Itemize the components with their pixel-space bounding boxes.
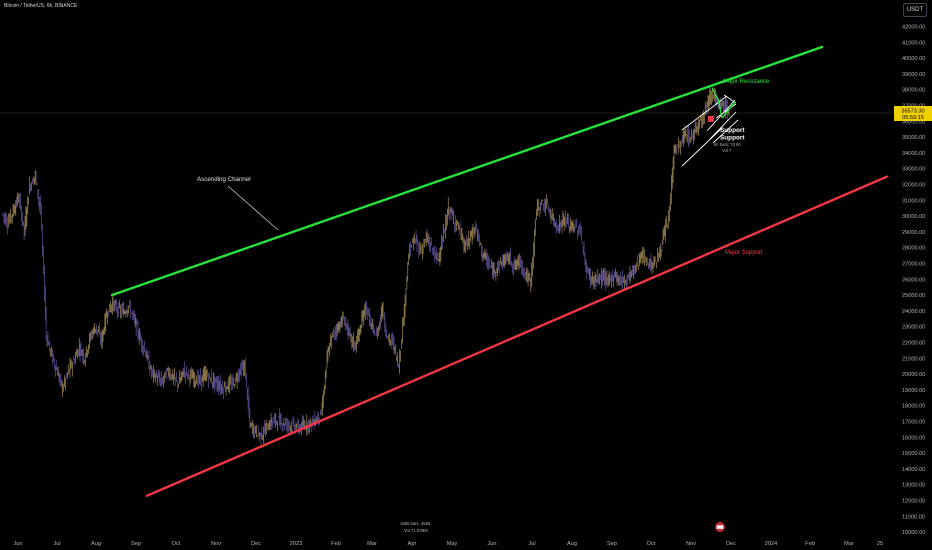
y-tick-label: 33000.00 [902,167,925,173]
range-vol: Vol 7 [722,148,732,153]
support-label-2: Support [720,135,745,142]
y-tick-label: 22000.00 [902,341,925,347]
major-support-label: Major Support [725,250,763,256]
price-chart[interactable]: Ascending Channel Major Resistance Major… [0,0,932,550]
x-tick-label: Jun [13,541,22,547]
y-tick-label: 34000.00 [902,151,925,157]
symbol-title: Bitcoin / TetherUS, 6h, BINANCE [4,3,78,9]
chart-background [0,0,932,550]
x-tick-label: Feb [331,541,341,547]
current-price-label: 36573.30 05:59:15 [894,106,932,121]
x-tick-label: Dec [251,541,261,547]
y-tick-label: 39000.00 [902,72,925,78]
x-tick-label: Nov [211,541,221,547]
currency-button[interactable]: USDT [903,3,927,17]
x-tick-label: Mar [367,541,377,547]
x-tick-label: 2024 [765,541,777,547]
y-tick-label: 20000.00 [902,372,925,378]
y-tick-label: 16000.00 [902,435,925,441]
y-tick-label: 24000.00 [902,309,925,315]
y-tick-label: 28000.00 [902,246,925,252]
support-label-1: Support [720,127,745,134]
x-tick-label: Mar [844,541,854,547]
y-tick-label: 17000.00 [902,420,925,426]
y-tick-label: 14000.00 [902,467,925,473]
y-tick-label: 32000.00 [902,183,925,189]
y-tick-label: 19000.00 [902,388,925,394]
y-tick-label: 30000.00 [902,214,925,220]
x-tick-label: Jul [53,541,60,547]
y-tick-label: 18000.00 [902,404,925,410]
x-tick-label: Jul [528,541,535,547]
y-tick-label: 38000.00 [902,88,925,94]
x-tick-label: Aug [567,541,577,547]
y-tick-label: 26000.00 [902,277,925,283]
range-info: 60 bars, 7d 6h [714,142,741,147]
y-tick-label: 15000.00 [902,451,925,457]
x-tick-label: 25 [877,541,883,547]
y-tick-label: 35000.00 [902,135,925,141]
y-tick-label: 13000.00 [902,483,925,489]
x-tick-label: May [447,541,458,547]
x-tick-label: Dec [726,541,736,547]
event-icon[interactable] [715,522,725,532]
current-price-value: 36573.30 [901,108,924,114]
x-tick-label: Apr [408,541,417,547]
y-tick-label: 10000.00 [902,530,925,536]
y-tick-label: 23000.00 [902,325,925,331]
major-resistance-label: Major Resistance [723,79,770,85]
y-tick-label: 29000.00 [902,230,925,236]
x-tick-label: Sep [607,541,617,547]
x-tick-label: Jun [487,541,496,547]
y-tick-label: 42000.00 [902,25,925,31]
y-tick-label: 41000.00 [902,40,925,46]
x-tick-label: Oct [647,541,656,547]
y-tick-label: 40000.00 [902,56,925,62]
x-tick-label: Feb [805,541,815,547]
y-tick-label: 11000.00 [902,514,925,520]
y-tick-label: 31000.00 [902,198,925,204]
ascending-channel-label: Ascending Channel [197,176,251,183]
y-tick-label: 21000.00 [902,356,925,362]
x-tick-label: Oct [172,541,181,547]
x-tick-label: Sep [131,541,141,547]
y-tick-label: 25000.00 [902,293,925,299]
bottom-info-bars: 1866 bars, 466d [400,521,431,526]
x-tick-label: Aug [91,541,101,547]
bottom-info-vol: Vol 71.07BM [404,528,428,533]
candle-countdown: 05:59:15 [902,115,924,121]
red-marker [708,116,714,122]
x-tick-label: Nov [686,541,696,547]
y-tick-label: 12000.00 [902,499,925,505]
x-tick-label: 2023 [290,541,302,547]
y-tick-label: 27000.00 [902,262,925,268]
